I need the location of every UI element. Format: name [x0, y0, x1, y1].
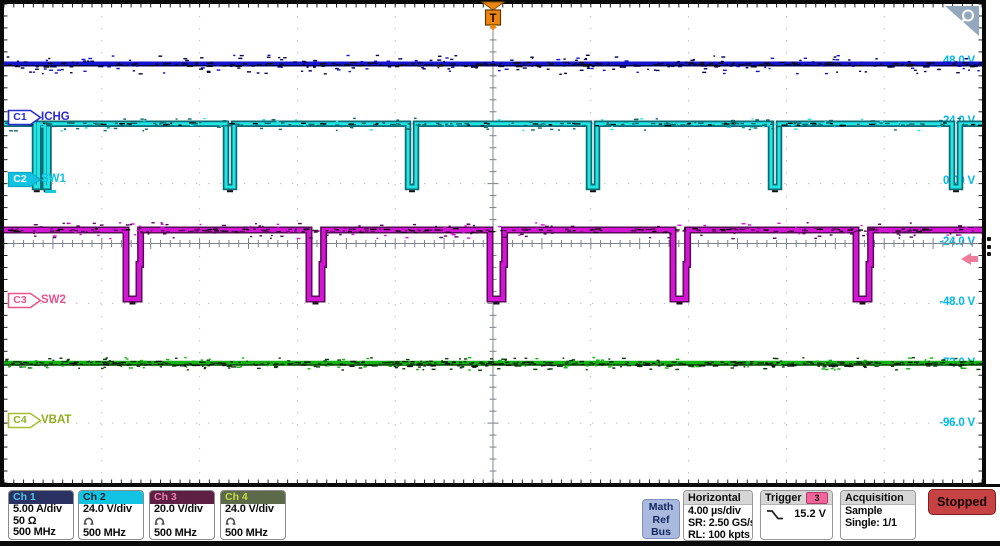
trigger-marker-letter: T	[489, 13, 496, 25]
falling-edge-icon	[766, 509, 784, 520]
record-length: RL: 100 kpts	[684, 529, 752, 541]
waveform-display	[4, 4, 982, 483]
channel-tag-label: C1	[7, 111, 33, 123]
trigger-level-value: 15.2 V	[794, 508, 826, 520]
channel-badge-ch1[interactable]: Ch 1 5.00 A/div 50 Ω 500 MHz	[8, 490, 74, 540]
channel-bandwidth: 500 MHz	[221, 528, 285, 540]
trace-label-sw2: SW2	[41, 294, 66, 306]
run-stop-label: Stopped	[937, 495, 987, 509]
math-ref-bus-button[interactable]: Math Ref Bus	[642, 499, 680, 539]
channel-bandwidth: 500 MHz	[79, 528, 143, 540]
trigger-position-marker[interactable]: T	[481, 1, 505, 39]
trigger-source-badge: 3	[806, 492, 828, 504]
trace-label-vbat: VBAT	[41, 414, 71, 426]
channel-tag-label: C4	[7, 414, 33, 426]
acquisition-mode: Sample	[841, 505, 915, 517]
trace-label-ichg: ICHG	[41, 111, 70, 123]
channel-tag-label: C2	[7, 173, 33, 185]
channel-badge-ch3[interactable]: Ch 3 20.0 V/div 500 MHz	[149, 490, 215, 540]
channel-tag-c4[interactable]: C4	[7, 412, 43, 429]
side-menu-dot[interactable]	[987, 252, 991, 256]
acquisition-panel-title: Acquisition	[841, 491, 915, 505]
trigger-panel[interactable]: Trigger 3 15.2 V	[760, 490, 833, 540]
channel-bandwidth: 500 MHz	[150, 528, 214, 540]
channel-tag-label: C3	[7, 294, 33, 306]
channel-tag-c2[interactable]: C2	[7, 171, 43, 188]
channel-tag-c3[interactable]: C3	[7, 292, 43, 309]
oscilloscope-screen: 48.0 V 24.0 V 0.00 V -24.0 V -48.0 V -72…	[0, 0, 1000, 547]
horizontal-scale: 4.00 µs/div	[684, 505, 752, 517]
horizontal-panel[interactable]: Horizontal 4.00 µs/div SR: 2.50 GS/s RL:…	[683, 490, 753, 541]
trigger-panel-title: Trigger	[765, 492, 802, 504]
channel-scale: 5.00 A/div	[9, 504, 73, 516]
channel-scale: 24.0 V/div	[79, 504, 143, 516]
channel-scale: 20.0 V/div	[150, 504, 214, 516]
channel-bandwidth: 500 MHz	[9, 527, 73, 539]
acquisition-count: Single: 1/1	[841, 517, 915, 529]
channel-badge-ch4[interactable]: Ch 4 24.0 V/div 500 MHz	[220, 490, 286, 540]
channel-badge-ch2[interactable]: Ch 2 24.0 V/div 500 MHz	[78, 490, 144, 540]
run-stop-status-button[interactable]: Stopped	[928, 489, 996, 515]
bottom-separator	[0, 484, 1000, 487]
ref-label: Ref	[643, 514, 679, 527]
channel-tag-c1[interactable]: C1	[7, 109, 43, 126]
side-menu-dot[interactable]	[987, 245, 991, 249]
math-label: Math	[643, 501, 679, 514]
sample-rate: SR: 2.50 GS/s	[684, 517, 752, 529]
bottom-edge	[0, 541, 1000, 546]
channel-scale: 24.0 V/div	[221, 504, 285, 516]
horizontal-panel-title: Horizontal	[684, 491, 752, 505]
bus-label: Bus	[643, 526, 679, 539]
side-menu-dot[interactable]	[987, 237, 991, 241]
trace-label-sw1: SW1	[41, 173, 66, 185]
ground-marker	[45, 190, 56, 193]
acquisition-panel[interactable]: Acquisition Sample Single: 1/1	[840, 490, 916, 540]
